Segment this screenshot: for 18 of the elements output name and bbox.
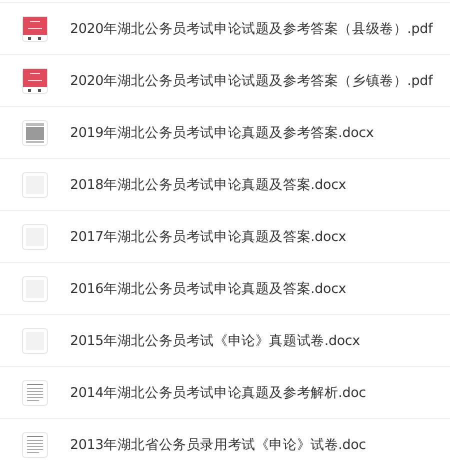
document-thumbnail-icon (22, 224, 48, 250)
file-name[interactable]: 2014年湖北公务员考试申论真题及参考解析.doc (70, 384, 366, 402)
file-name[interactable]: 2018年湖北公务员考试申论真题及答案.docx (70, 176, 346, 194)
document-thumbnail-icon (22, 16, 48, 42)
document-thumbnail-icon (22, 276, 48, 302)
document-thumbnail-icon (22, 172, 48, 198)
file-name[interactable]: 2015年湖北公务员考试《申论》真题试卷.docx (70, 332, 360, 350)
file-name[interactable]: 2016年湖北公务员考试申论真题及答案.docx (70, 280, 346, 298)
file-name[interactable]: 2020年湖北公务员考试申论试题及参考答案（乡镇卷）.pdf (70, 72, 433, 90)
file-name[interactable]: 2019年湖北公务员考试申论真题及参考答案.docx (70, 124, 374, 142)
file-name[interactable]: 2013年湖北省公务员录用考试《申论》试卷.doc (70, 436, 366, 454)
document-thumbnail-icon (22, 328, 48, 354)
document-thumbnail-icon (22, 380, 48, 406)
file-name[interactable]: 2020年湖北公务员考试申论试题及参考答案（县级卷）.pdf (70, 20, 433, 38)
file-name[interactable]: 2017年湖北公务员考试申论真题及答案.docx (70, 228, 346, 246)
document-thumbnail-icon (22, 68, 48, 94)
document-thumbnail-icon (22, 432, 48, 458)
document-thumbnail-icon (22, 120, 48, 146)
